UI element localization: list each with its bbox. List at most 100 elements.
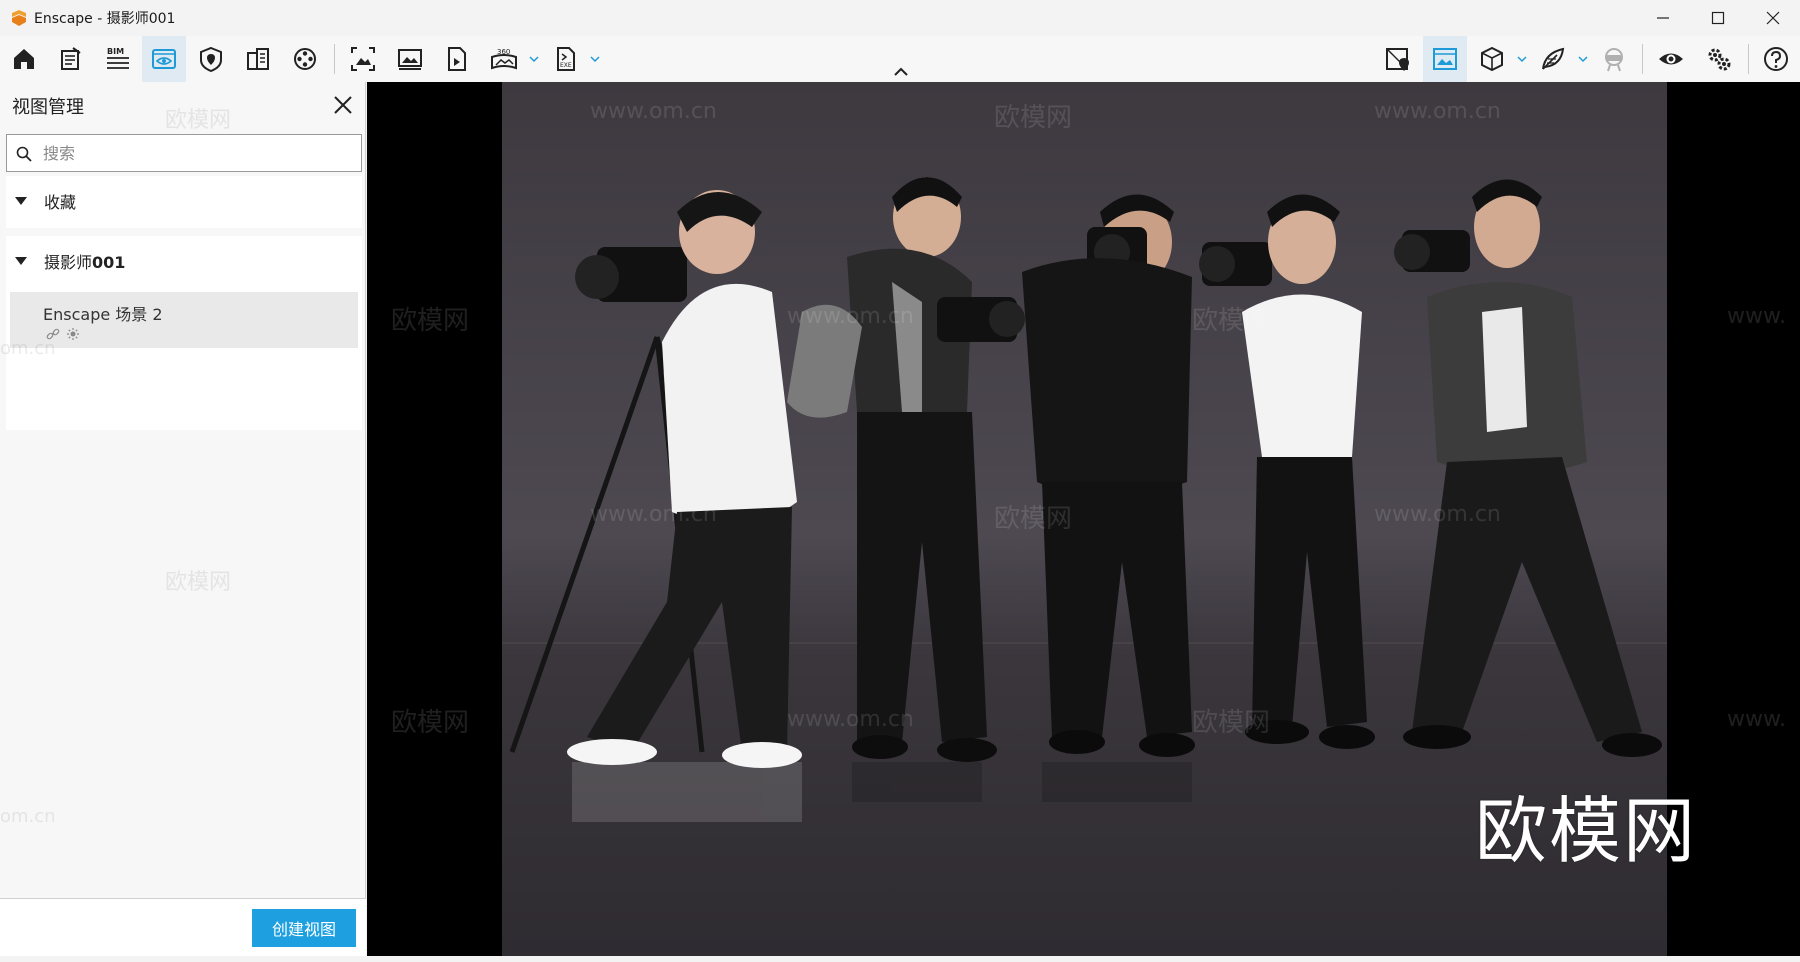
screenshot-icon — [351, 47, 375, 71]
view-management-panel: 视图管理 收藏 摄影师001 Enscape 场景 2 — [0, 82, 366, 956]
panel-footer: 创建视图 — [0, 898, 366, 956]
create-view-button[interactable]: 创建视图 — [252, 909, 356, 947]
maximize-button[interactable] — [1690, 0, 1745, 36]
notes-icon — [61, 47, 81, 70]
general-settings-button[interactable] — [1697, 36, 1741, 82]
exe-label: EXE — [560, 62, 572, 69]
favorites-group-label: 收藏 — [44, 193, 77, 212]
brand-logo-text: 欧模网 — [1475, 789, 1698, 873]
photographer-1 — [567, 190, 802, 768]
close-panel-icon[interactable] — [332, 94, 354, 116]
panorama-360-icon: 360 — [491, 48, 517, 70]
close-icon — [1766, 11, 1779, 25]
gears-icon — [1708, 48, 1731, 71]
floor-reflections — [572, 762, 1192, 822]
favorites-group-header[interactable]: 收藏 — [6, 176, 362, 228]
search-icon — [16, 146, 32, 162]
view-item-icons — [46, 327, 80, 341]
project-notes-button[interactable] — [48, 36, 92, 82]
minimize-icon — [1656, 17, 1669, 19]
views-cube-button[interactable] — [1470, 36, 1514, 82]
chevron-down-icon — [529, 56, 539, 63]
screenshot-button[interactable] — [341, 36, 385, 82]
panel-header: 视图管理 — [0, 82, 366, 128]
video-editor-button[interactable] — [283, 36, 327, 82]
window-title: Enscape - 摄影师001 — [34, 11, 176, 27]
chevron-down-icon — [590, 56, 600, 63]
view-management-button[interactable] — [142, 36, 186, 82]
maximize-icon — [1711, 11, 1724, 25]
watermark-brand: 欧模网 — [391, 708, 470, 738]
sun-icon — [67, 328, 79, 340]
toolbar-separator — [334, 44, 335, 74]
batch-render-button[interactable] — [388, 36, 432, 82]
asset-library-button[interactable] — [236, 36, 280, 82]
home-icon — [14, 49, 34, 69]
toolbar-separator — [1642, 44, 1643, 74]
exe-export-button[interactable]: EXE — [544, 36, 588, 82]
chevron-down-icon — [1517, 56, 1527, 63]
watermark-partial-2: www. — [1727, 707, 1786, 732]
photographer-2 — [787, 177, 1025, 762]
cube-icon — [1481, 46, 1503, 72]
expand-triangle-icon — [15, 197, 27, 205]
exe-file-icon: EXE — [557, 47, 575, 71]
bim-label: BIM — [107, 47, 124, 56]
panorama-button[interactable]: 360 — [482, 36, 526, 82]
minimize-button[interactable] — [1635, 0, 1690, 36]
vr-headset-icon — [1605, 48, 1623, 72]
help-button[interactable] — [1754, 36, 1798, 82]
search-box — [6, 134, 362, 172]
panel-title: 视图管理 — [12, 97, 84, 118]
window-controls — [1635, 0, 1800, 36]
eye-icon — [1659, 53, 1683, 65]
view-list-item[interactable]: Enscape 场景 2 — [10, 292, 358, 348]
map-location-button[interactable] — [1376, 36, 1420, 82]
view-eye-icon — [152, 49, 176, 69]
watermark-brand: 欧模网 — [391, 306, 470, 336]
image-icon — [398, 49, 422, 70]
project-group-label: 摄影师001 — [44, 253, 126, 272]
watermark-partial-2: www. — [1727, 304, 1786, 329]
panorama-dropdown[interactable] — [527, 36, 541, 82]
view-name: Enscape 场景 2 — [43, 305, 163, 324]
vr-headset-button[interactable] — [1592, 36, 1636, 82]
export-file-button[interactable] — [435, 36, 479, 82]
file-export-icon — [448, 47, 466, 71]
help-icon — [1764, 47, 1788, 71]
bim-icon: BIM — [107, 47, 129, 69]
close-window-button[interactable] — [1745, 0, 1800, 36]
watermark-brand: 欧模网 — [165, 570, 232, 595]
atmosphere-button[interactable] — [1531, 36, 1575, 82]
photographer-3 — [1022, 194, 1195, 757]
search-input[interactable] — [43, 135, 353, 171]
favorites-group: 收藏 — [6, 176, 362, 228]
expand-triangle-icon — [15, 257, 27, 265]
collapse-toolbar-chevron-icon[interactable] — [892, 66, 910, 78]
photographer-4 — [1199, 194, 1375, 749]
project-group-header[interactable]: 摄影师001 — [6, 236, 362, 288]
leaf-icon — [1542, 47, 1565, 70]
chevron-down-icon — [1578, 56, 1588, 63]
render-viewport[interactable]: www.om.cn 欧模网 www.om.cn www.om.cn 欧模网 ww… — [367, 82, 1800, 956]
visual-settings-button[interactable] — [1649, 36, 1693, 82]
render-window-icon — [1433, 48, 1457, 70]
export-dropdown[interactable] — [588, 36, 602, 82]
enscape-logo-icon — [12, 10, 26, 26]
atmosphere-dropdown[interactable] — [1576, 36, 1590, 82]
map-pin-icon — [1386, 48, 1409, 71]
project-group: 摄影师001 Enscape 场景 2 — [6, 236, 362, 430]
link-icon — [46, 328, 60, 340]
title-bar: Enscape - 摄影师001 — [0, 0, 1800, 36]
toolbar-separator — [1748, 44, 1749, 74]
shield-location-icon — [200, 46, 222, 73]
film-reel-icon — [294, 48, 316, 70]
views-dropdown[interactable] — [1515, 36, 1529, 82]
bim-button[interactable]: BIM — [96, 36, 140, 82]
buildings-icon — [247, 48, 269, 70]
photographer-5 — [1394, 179, 1662, 757]
render-window-button[interactable] — [1423, 36, 1467, 82]
site-context-button[interactable] — [189, 36, 233, 82]
home-button[interactable] — [2, 36, 46, 82]
watermark-partial: om.cn — [0, 806, 56, 827]
